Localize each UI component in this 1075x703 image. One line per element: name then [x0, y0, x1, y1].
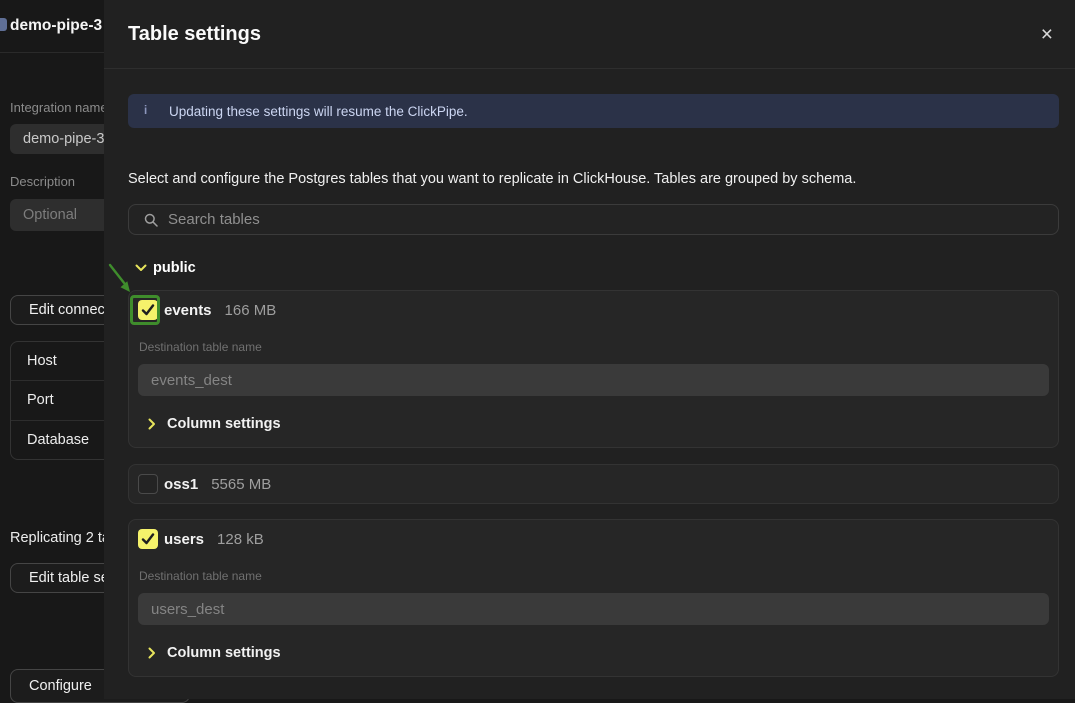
column-settings-label: Column settings	[167, 416, 281, 432]
checkmark-icon	[141, 304, 155, 316]
users-column-settings[interactable]: Column settings	[138, 643, 1049, 663]
search-icon	[144, 213, 158, 227]
search-box[interactable]	[128, 204, 1059, 235]
search-input[interactable]	[168, 211, 1058, 228]
users-checkbox[interactable]	[138, 529, 158, 549]
table-size: 128 kB	[217, 531, 264, 548]
chevron-right-icon	[147, 647, 157, 659]
close-icon[interactable]: ×	[1041, 24, 1053, 45]
info-icon: i	[144, 105, 150, 117]
destination-table-label: Destination table name	[138, 340, 1049, 354]
schema-name: public	[153, 260, 196, 276]
oss1-checkbox[interactable]	[138, 474, 158, 494]
events-destination-input[interactable]	[138, 364, 1049, 396]
table-size: 5565 MB	[211, 476, 271, 493]
modal-description: Select and configure the Postgres tables…	[128, 171, 1059, 187]
info-banner: i Updating these settings will resume th…	[128, 94, 1059, 128]
table-size: 166 MB	[225, 302, 277, 319]
destination-table-label: Destination table name	[138, 569, 1049, 583]
events-checkbox[interactable]	[138, 300, 158, 320]
table-row: users 128 kB	[138, 529, 1049, 549]
table-name: users	[164, 531, 204, 548]
modal-body: i Updating these settings will resume th…	[104, 69, 1075, 677]
app-logo-icon	[0, 18, 7, 31]
description-label: Description	[10, 174, 75, 189]
chevron-right-icon	[147, 418, 157, 430]
users-destination-input[interactable]	[138, 593, 1049, 625]
table-card-oss1: oss1 5565 MB	[128, 464, 1059, 504]
integration-name-label: Integration name	[10, 100, 108, 115]
modal-header: Table settings ×	[104, 0, 1075, 69]
table-name: oss1	[164, 476, 198, 493]
table-row: oss1 5565 MB	[138, 474, 1049, 494]
column-settings-label: Column settings	[167, 645, 281, 661]
events-column-settings[interactable]: Column settings	[138, 414, 1049, 434]
checkmark-icon	[141, 533, 155, 545]
table-settings-modal: Table settings × i Updating these settin…	[104, 0, 1075, 699]
modal-title: Table settings	[128, 23, 261, 46]
table-row: events 166 MB	[138, 300, 1049, 320]
table-card-users: users 128 kB Destination table name Colu…	[128, 519, 1059, 677]
page-title: demo-pipe-3	[10, 0, 102, 52]
schema-group-public[interactable]: public	[128, 260, 1059, 276]
info-banner-text: Updating these settings will resume the …	[169, 104, 468, 119]
table-name: events	[164, 302, 212, 319]
chevron-down-icon	[135, 263, 147, 273]
table-card-events: events 166 MB Destination table name Col…	[128, 290, 1059, 448]
